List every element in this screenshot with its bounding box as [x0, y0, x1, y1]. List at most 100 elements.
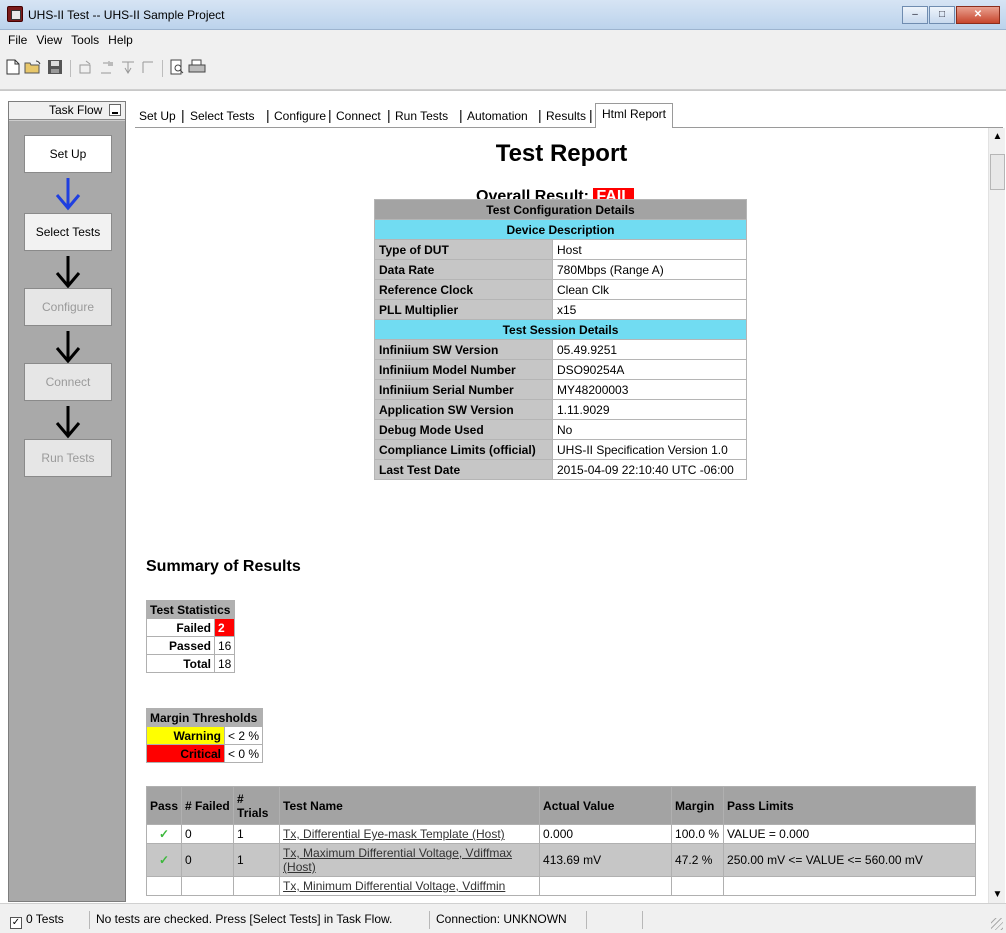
close-button[interactable]: ✕	[956, 6, 1000, 24]
taskflow-connect-button[interactable]: Connect	[24, 363, 112, 401]
checkbox-checked-icon[interactable]: ✓	[10, 917, 22, 929]
taskflow-select-tests-button[interactable]: Select Tests	[24, 213, 112, 251]
config-value: Clean Clk	[552, 279, 747, 300]
tab-select-tests[interactable]: Select Tests	[190, 105, 254, 127]
stat-value: 18	[213, 654, 236, 673]
table-row: Infiniium SW Version 05.49.9251	[374, 339, 747, 360]
open-icon[interactable]	[24, 59, 42, 77]
task-flow-panel: Task Flow Set Up Select Tests Configure …	[8, 101, 126, 902]
vertical-scrollbar[interactable]: ▲ ▼	[988, 128, 1005, 903]
table-row: Total 18	[146, 654, 236, 673]
config-key: Debug Mode Used	[374, 419, 553, 440]
scroll-up-arrow-icon[interactable]: ▲	[989, 128, 1006, 145]
pass-check-icon: ✓	[145, 843, 183, 877]
margin-thresholds-table: Margin Thresholds Warning < 2 % Critical <…	[145, 708, 264, 763]
margin-value: < 0 %	[223, 744, 264, 763]
config-key: PLL Multiplier	[374, 299, 553, 320]
connection-status: Connection: UNKNOWN	[432, 911, 587, 929]
menu-help[interactable]: Help	[104, 30, 138, 50]
device-description-header: Device Description	[374, 219, 747, 240]
new-icon[interactable]	[4, 59, 22, 77]
test-name-link[interactable]: Tx, Maximum Differential Voltage, Vdiffm…	[283, 846, 512, 874]
print-icon[interactable]	[188, 59, 206, 77]
import-icon[interactable]	[77, 59, 95, 77]
tab-configure[interactable]: Configure	[274, 105, 326, 127]
taskflow-configure-button[interactable]: Configure	[24, 288, 112, 326]
margin-value	[671, 876, 725, 896]
stat-label: Total	[146, 654, 215, 673]
actual-value: 0.000	[539, 824, 673, 844]
task-flow-title: Task Flow	[49, 103, 103, 117]
stat-value: 2	[213, 618, 236, 637]
down-arrow-icon	[55, 256, 81, 289]
tab-results[interactable]: Results	[546, 105, 586, 127]
tab-run-tests[interactable]: Run Tests	[395, 105, 448, 127]
status-bar: ✓ 0 Tests No tests are checked. Press [Se…	[0, 903, 1006, 933]
margin-value: 100.0 %	[671, 824, 725, 844]
config-key: Type of DUT	[374, 239, 553, 260]
tab-automation[interactable]: Automation	[467, 105, 528, 127]
export-icon[interactable]	[98, 59, 116, 77]
status-message: No tests are checked. Press [Select Test…	[92, 911, 430, 929]
pass-limits: VALUE = 0.000	[723, 824, 976, 844]
stop-icon[interactable]	[139, 59, 157, 77]
config-key: Infiniium Model Number	[374, 359, 553, 380]
maximize-button[interactable]: □	[929, 6, 955, 24]
menu-bar: File View Tools Help	[0, 30, 1006, 50]
config-value: UHS-II Specification Version 1.0	[552, 439, 747, 460]
tab-html-report[interactable]: Html Report	[595, 103, 674, 128]
config-value: MY48200003	[552, 379, 747, 400]
test-name-link[interactable]: Tx, Differential Eye-mask Template (Host…	[283, 827, 505, 841]
scrollbar-thumb[interactable]	[990, 154, 1005, 190]
stat-label: Failed	[146, 618, 215, 637]
trials-count	[233, 876, 281, 896]
margin-value: < 2 %	[223, 726, 264, 745]
resize-grip-icon[interactable]	[991, 918, 1003, 930]
scroll-down-arrow-icon[interactable]: ▼	[989, 886, 1006, 903]
table-row: Passed 16	[146, 636, 236, 655]
taskflow-set-up-button[interactable]: Set Up	[24, 135, 112, 173]
print-preview-icon[interactable]	[168, 59, 186, 77]
config-key: Application SW Version	[374, 399, 553, 420]
config-value: 1.11.9029	[552, 399, 747, 420]
pass-cell	[145, 876, 183, 896]
table-row: Reference Clock Clean Clk	[374, 279, 747, 300]
taskflow-run-tests-button[interactable]: Run Tests	[24, 439, 112, 477]
col-header: # Failed	[181, 786, 235, 825]
table-row: Failed 2	[146, 618, 236, 637]
menu-view[interactable]: View	[32, 30, 67, 50]
table-row: Application SW Version 1.11.9029	[374, 399, 747, 420]
menu-tools[interactable]: Tools	[67, 30, 104, 50]
menu-file[interactable]: File	[4, 30, 32, 50]
task-flow-body: Set Up Select Tests Configure Connect Ru…	[9, 121, 125, 901]
test-configuration-table: Test Configuration Details Device Descri…	[374, 199, 747, 480]
trials-count: 1	[233, 824, 281, 844]
tab-connect[interactable]: Connect	[336, 105, 381, 127]
margin-label: Critical	[146, 744, 225, 763]
run-icon[interactable]	[119, 59, 137, 77]
config-value: Host	[552, 239, 747, 260]
failed-count: 0	[181, 843, 235, 877]
failed-count: 0	[181, 824, 235, 844]
minimize-panel-button[interactable]	[109, 104, 121, 116]
save-icon[interactable]	[46, 59, 64, 77]
down-arrow-icon	[55, 406, 81, 439]
pass-check-icon: ✓	[145, 824, 183, 844]
failed-count	[181, 876, 235, 896]
stats-header: Test Statistics	[145, 600, 236, 619]
minimize-button[interactable]: –	[902, 6, 928, 24]
margin-label: Warning	[146, 726, 225, 745]
table-row: Type of DUT Host	[374, 239, 747, 260]
test-name-link[interactable]: Tx, Minimum Differential Voltage, Vdiffm…	[283, 879, 505, 893]
test-statistics-table: Test Statistics Failed 2 Passed 16 Total 18	[145, 600, 236, 673]
tab-set-up[interactable]: Set Up	[139, 105, 176, 127]
table-row: Warning < 2 %	[146, 726, 264, 745]
config-header: Test Configuration Details	[374, 199, 747, 220]
trials-count: 1	[233, 843, 281, 877]
table-row: Infiniium Serial Number MY48200003	[374, 379, 747, 400]
margin-value: 47.2 %	[671, 843, 725, 877]
tests-count-label: 0 Tests	[26, 912, 64, 926]
config-key: Reference Clock	[374, 279, 553, 300]
title-bar: UHS-II Test -- UHS-II Sample Project – □…	[0, 0, 1006, 30]
config-key: Last Test Date	[374, 459, 553, 480]
